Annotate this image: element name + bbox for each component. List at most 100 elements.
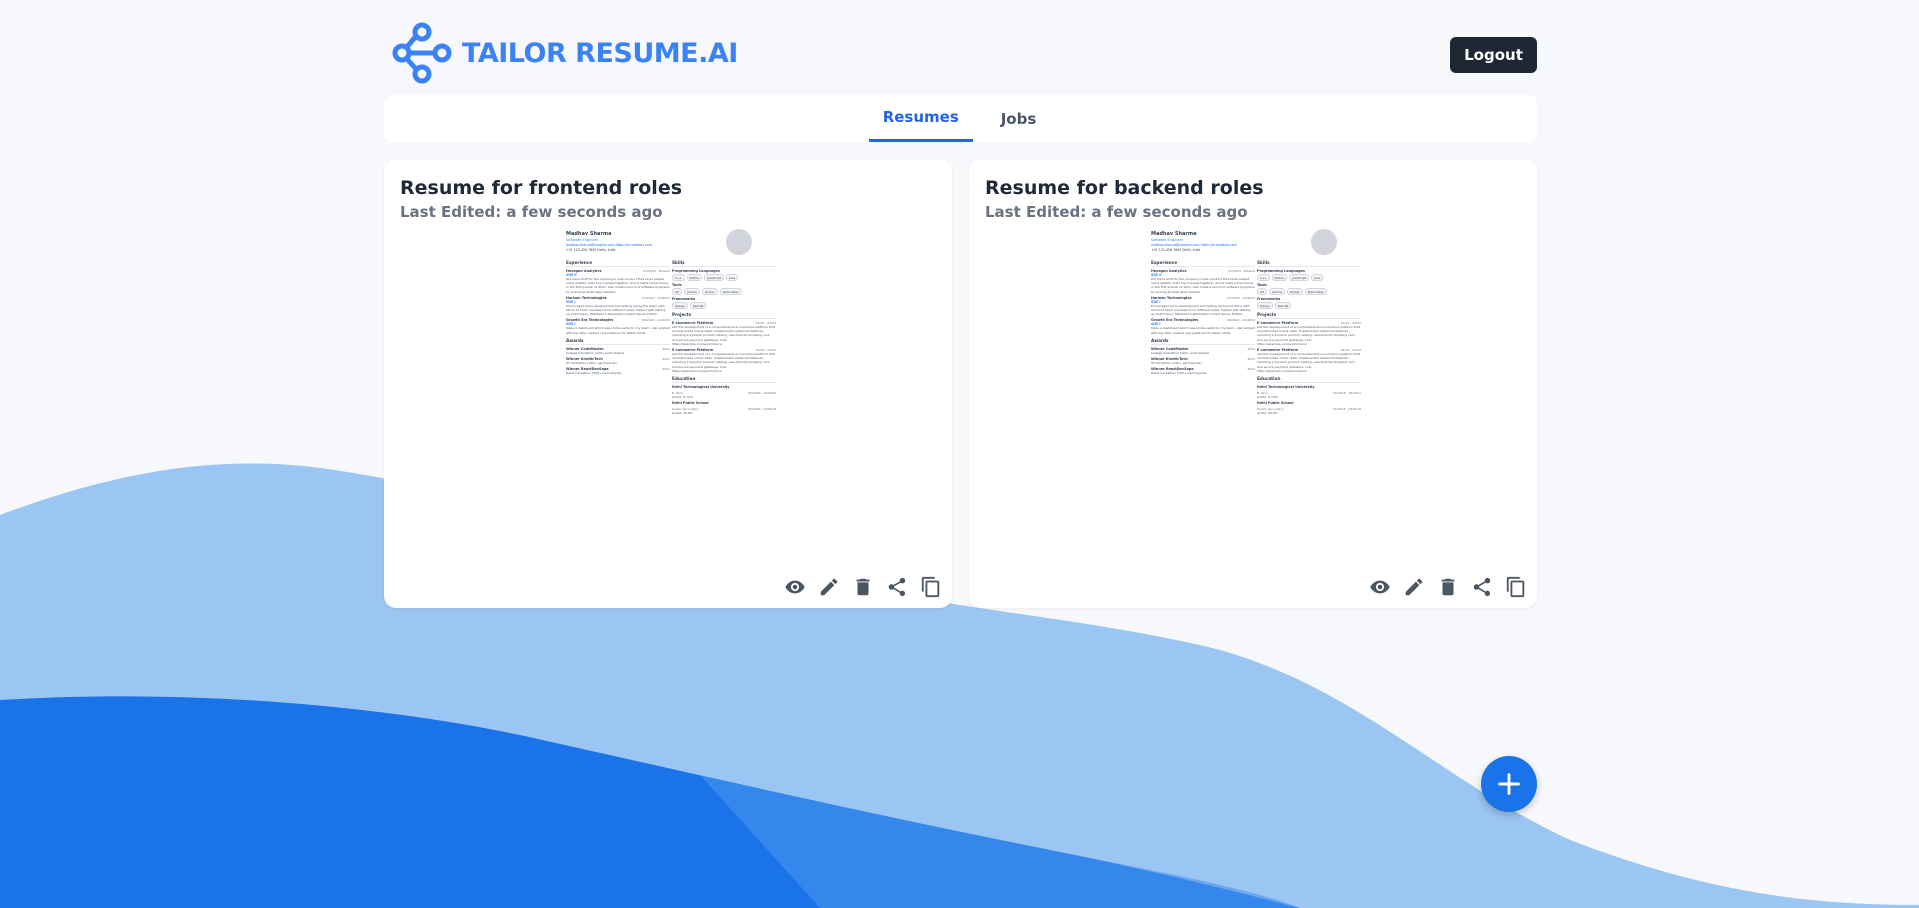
preview-award-year: 2021 xyxy=(662,357,670,362)
preview-skill-tag: C++ xyxy=(672,274,685,281)
preview-heading: Education xyxy=(672,376,776,384)
preview-edu-dates: 05/2016 - 03/2018 xyxy=(748,407,776,412)
preview-skill-tag: ReactJS xyxy=(1274,302,1292,309)
tab-jobs[interactable]: Jobs xyxy=(985,95,1053,142)
preview-skill-group: Tools xyxy=(1257,283,1267,287)
preview-award-note: React hackathon (500+ participants) xyxy=(1151,371,1207,376)
pencil-button[interactable] xyxy=(1403,576,1425,598)
preview-skill-tag: Kubernetes xyxy=(1304,288,1327,295)
preview-skill-tag: ReactJS xyxy=(689,302,707,309)
preview-skill-tags: Git Jenkins Docker Kubernetes xyxy=(1257,288,1361,295)
preview-project-text: Led the development of a comprehensive e… xyxy=(672,325,776,346)
preview-edu-name: Delhi Public School xyxy=(672,401,709,406)
preview-skill-tag: Java xyxy=(1311,274,1324,281)
trash-button[interactable] xyxy=(852,576,874,598)
card-actions xyxy=(784,576,942,598)
preview-skill-group: Frameworks xyxy=(1257,297,1281,301)
preview-heading: Awards xyxy=(1151,338,1255,345)
preview-skill-tag: JavaScript xyxy=(704,274,725,281)
preview-award-year: 2022 xyxy=(1247,346,1255,351)
preview-exp-dates: 01/2024 - Present xyxy=(1228,269,1255,273)
preview-edu-dates: 05/2016 - 03/2018 xyxy=(1333,407,1361,412)
resume-preview[interactable]: Madhav Sharma Software Engineer madhav.sha… xyxy=(1149,229,1365,549)
preview-edu-dates: 05/2018 - 06/2022 xyxy=(748,391,776,396)
tab-resumes[interactable]: Resumes xyxy=(868,95,973,142)
preview-right-column: Skills Programming Languages C++ Python Java… xyxy=(672,257,776,415)
preview-skill-tag: Java xyxy=(726,274,739,281)
trash-icon xyxy=(856,578,870,596)
copy-icon xyxy=(1506,576,1525,598)
preview-exp-text: Did some stuff for the company's main pr… xyxy=(566,277,670,294)
trash-button[interactable] xyxy=(1437,576,1459,598)
resume-card[interactable]: Resume for frontend roles Last Edited: a… xyxy=(384,159,952,608)
header: TAILOR RESUME.AI Logout xyxy=(384,0,1537,100)
preview-edu-grade: Grade: 8.7/10 xyxy=(672,395,693,400)
pencil-icon xyxy=(820,578,838,596)
preview-skill-tag: Jenkins xyxy=(684,288,700,295)
preview-right-column: Skills Programming Languages C++ Python Java… xyxy=(1257,257,1361,415)
preview-skill-tag: Python xyxy=(686,274,703,281)
preview-avatar xyxy=(726,229,752,255)
preview-skill-tag: C++ xyxy=(1257,274,1270,281)
preview-heading: Experience xyxy=(1151,260,1255,267)
preview-exp-dates: 01/2023 - 12/2023 xyxy=(642,295,670,300)
resume-title: Resume for backend roles xyxy=(985,177,1264,199)
share-icon xyxy=(1473,577,1491,597)
preview-award-year: 2022 xyxy=(662,346,670,351)
preview-skill-tags: Django ReactJS xyxy=(1257,302,1361,309)
share-button[interactable] xyxy=(1471,576,1493,598)
eye-icon xyxy=(1370,580,1390,594)
plus-icon xyxy=(1498,773,1520,795)
preview-name: Madhav Sharma xyxy=(1151,231,1197,237)
preview-edu-name: Delhi Technological University xyxy=(672,385,730,390)
preview-exp-text: Did some stuff for the company's main pr… xyxy=(1151,277,1255,294)
preview-skill-tags: Django ReactJS xyxy=(672,302,776,309)
preview-heading: Education xyxy=(1257,376,1361,384)
preview-skill-tag: Python xyxy=(1271,274,1288,281)
preview-award-note: IIT hackathon (150+ participants) xyxy=(566,361,617,366)
preview-skill-group: Tools xyxy=(672,283,682,287)
last-edited: Last Edited: a few seconds ago xyxy=(400,203,663,221)
pencil-button[interactable] xyxy=(818,576,840,598)
preview-award-note: IIT hackathon (150+ participants) xyxy=(1151,361,1202,366)
preview-exp-text: Made a dashboard which was kinda useful … xyxy=(1151,326,1255,335)
preview-left-column: Experience Hexagon Analytics 01/2024 - Pre… xyxy=(1151,257,1255,375)
preview-edu-name: Delhi Public School xyxy=(1257,401,1294,406)
preview-skill-tag: Kubernetes xyxy=(719,288,742,295)
share-icon xyxy=(888,577,906,597)
preview-edu-grade: Grade: 95.8% xyxy=(1257,411,1278,416)
brand-name: TAILOR RESUME.AI xyxy=(462,37,738,69)
preview-name: Madhav Sharma xyxy=(566,231,612,237)
preview-skill-tag: Django xyxy=(1257,302,1273,309)
logo[interactable]: TAILOR RESUME.AI xyxy=(392,22,738,84)
preview-edu-grade: Grade: 95.8% xyxy=(672,411,693,416)
preview-skill-tag: Git xyxy=(1257,288,1268,295)
add-resume-button[interactable] xyxy=(1481,756,1537,812)
preview-project-text: Led the development of a comprehensive e… xyxy=(1257,352,1361,373)
preview-skill-tags: C++ Python JavaScript Java xyxy=(1257,274,1361,281)
preview-skill-tags: C++ Python JavaScript Java xyxy=(672,274,776,281)
preview-award-year: 2021 xyxy=(1247,357,1255,362)
resume-card[interactable]: Resume for backend roles Last Edited: a … xyxy=(969,159,1537,608)
preview-avatar xyxy=(1311,229,1337,255)
copy-button[interactable] xyxy=(1505,576,1527,598)
share-button[interactable] xyxy=(886,576,908,598)
preview-skill-tag: Git xyxy=(672,288,683,295)
card-actions xyxy=(1369,576,1527,598)
preview-heading: Skills xyxy=(1257,260,1361,267)
eye-button[interactable] xyxy=(784,576,806,598)
preview-award-year: 2021 xyxy=(1247,367,1255,372)
preview-skill-group: Frameworks xyxy=(672,297,696,301)
eye-button[interactable] xyxy=(1369,576,1391,598)
logout-button[interactable]: Logout xyxy=(1450,37,1537,73)
eye-icon xyxy=(785,580,805,594)
preview-heading: Experience xyxy=(566,260,670,267)
last-edited: Last Edited: a few seconds ago xyxy=(985,203,1248,221)
preview-role: Software Engineer xyxy=(1151,238,1184,242)
copy-button[interactable] xyxy=(920,576,942,598)
preview-project-text: Led the development of a comprehensive e… xyxy=(1257,325,1361,346)
resume-preview[interactable]: Madhav Sharma Software Engineer madhav.sha… xyxy=(564,229,780,549)
tabs-bar: Resumes Jobs xyxy=(384,95,1537,142)
preview-skill-group: Programming Languages xyxy=(1257,269,1305,273)
preview-award-note: College hackathon (100+ participants) xyxy=(566,350,625,355)
